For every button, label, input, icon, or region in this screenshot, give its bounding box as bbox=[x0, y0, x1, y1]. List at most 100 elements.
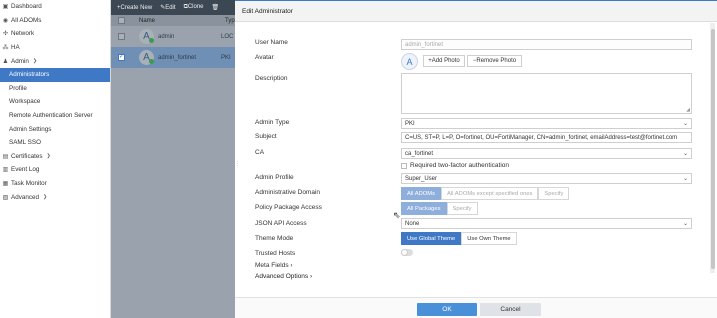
subject-input[interactable]: C=US, ST=P, L=P, O=fortinet, OU=FortiMan… bbox=[401, 132, 692, 143]
clone-button[interactable]: ⧉Clone bbox=[184, 4, 204, 11]
ha-icon: ⁂ bbox=[2, 45, 9, 52]
two-factor-checkbox[interactable] bbox=[401, 163, 407, 169]
row-checkbox[interactable]: ✓ bbox=[118, 54, 125, 61]
meta-fields-toggle[interactable]: Meta Fields › bbox=[255, 262, 293, 269]
admin-type-label: Admin Type bbox=[255, 119, 290, 126]
select-all-checkbox[interactable] bbox=[118, 17, 125, 24]
resize-handle[interactable]: ⋮ bbox=[235, 161, 240, 167]
table-header: Name Typ bbox=[111, 15, 235, 26]
chevron-down-icon: ⌄ bbox=[682, 121, 688, 127]
ca-select[interactable]: ca_fortinet ⌄ bbox=[401, 148, 692, 159]
column-header-type[interactable]: Typ bbox=[225, 18, 235, 24]
admin-domain-label: Administrative Domain bbox=[255, 189, 321, 196]
user-name-field: admin_fortinet bbox=[401, 39, 692, 50]
sidebar-item-label: HA bbox=[11, 44, 20, 52]
specify-adoms-option[interactable]: Specify bbox=[538, 187, 570, 200]
description-label: Description bbox=[255, 75, 288, 82]
trusted-hosts-toggle[interactable] bbox=[401, 249, 413, 256]
specify-packages-option[interactable]: Specify bbox=[446, 202, 478, 215]
chevron-down-icon: ⌄ bbox=[682, 176, 688, 182]
sidebar-item-label: All ADOMs bbox=[11, 16, 42, 24]
json-api-label: JSON API Access bbox=[255, 220, 307, 227]
row-name: admin bbox=[158, 33, 175, 40]
status-dot bbox=[149, 59, 154, 64]
user-icon: ♟ bbox=[2, 58, 9, 65]
sidebar-item-label: Admin Settings bbox=[9, 125, 52, 133]
network-icon: ✣ bbox=[2, 31, 9, 38]
mouse-cursor-icon: ⇖ bbox=[393, 210, 401, 220]
dashboard-icon: ▣ bbox=[2, 4, 9, 11]
remove-photo-button[interactable]: − Remove Photo bbox=[467, 55, 522, 67]
list-toolbar: +Create New ✎Edit ⧉Clone 🗑 bbox=[111, 0, 235, 15]
delete-icon[interactable]: 🗑 bbox=[212, 4, 220, 11]
sidebar-item-saml-sso[interactable]: SAML SSO bbox=[0, 136, 110, 150]
scrollbar-thumb[interactable] bbox=[710, 29, 715, 269]
all-packages-option[interactable]: All Packages bbox=[401, 202, 447, 215]
avatar-label: Avatar bbox=[255, 54, 274, 61]
chevron-down-icon: ❯ bbox=[32, 58, 38, 65]
table-row[interactable]: ✓ A admin_fortinet PKI bbox=[111, 47, 235, 68]
all-adoms-except-option[interactable]: All ADOMs except specified ones bbox=[441, 187, 539, 200]
policy-package-selector: All Packages Specify bbox=[401, 202, 478, 215]
scrollbar[interactable] bbox=[710, 23, 715, 273]
row-type: PKI bbox=[221, 54, 231, 61]
status-dot bbox=[149, 38, 154, 43]
add-photo-button[interactable]: + Add Photo bbox=[423, 55, 465, 67]
sidebar-item-ha[interactable]: ⁂ HA bbox=[0, 41, 110, 55]
sidebar-item-label: Workspace bbox=[9, 98, 41, 106]
row-name: admin_fortinet bbox=[158, 54, 197, 61]
all-adoms-option[interactable]: All ADOMs bbox=[401, 187, 442, 200]
user-name-label: User Name bbox=[255, 39, 288, 46]
json-api-select[interactable]: None ⌄ bbox=[401, 218, 692, 229]
description-textarea[interactable]: ◢ bbox=[401, 73, 692, 114]
sidebar-item-admin-settings[interactable]: Admin Settings bbox=[0, 122, 110, 136]
sidebar-item-event-log[interactable]: ▥ Event Log bbox=[0, 163, 110, 177]
sidebar-item-label: Administrators bbox=[9, 71, 50, 79]
sidebar-item-dashboard[interactable]: ▣ Dashboard bbox=[0, 0, 110, 14]
ok-button[interactable]: OK bbox=[417, 303, 477, 316]
table-row[interactable]: A admin LOC bbox=[111, 26, 235, 47]
row-checkbox[interactable] bbox=[118, 33, 125, 40]
admin-list-background: +Create New ✎Edit ⧉Clone 🗑 Name Typ A ad… bbox=[111, 0, 235, 318]
chevron-right-icon: ❯ bbox=[43, 194, 48, 201]
sidebar-item-label: Event Log bbox=[11, 166, 40, 174]
dialog-title: Edit Administrator bbox=[235, 1, 717, 22]
column-header-name[interactable]: Name bbox=[139, 18, 225, 24]
sidebar-item-profile[interactable]: Profile bbox=[0, 82, 110, 96]
sidebar-item-certificates[interactable]: ▤ Certificates ❯ bbox=[0, 150, 110, 164]
advanced-options-toggle[interactable]: Advanced Options › bbox=[255, 273, 312, 280]
edit-administrator-dialog: Edit Administrator ⋮ User Name admin_for… bbox=[235, 0, 717, 318]
chevron-right-icon: › bbox=[290, 262, 293, 269]
sidebar-item-label: Admin bbox=[11, 57, 29, 65]
sidebar-item-label: Task Monitor bbox=[11, 180, 47, 188]
sidebar-item-label: Dashboard bbox=[11, 3, 42, 11]
sidebar-item-administrators[interactable]: Administrators bbox=[0, 67, 110, 82]
sidebar-item-advanced[interactable]: ▧ Advanced ❯ bbox=[0, 190, 110, 204]
use-global-theme-option[interactable]: Use Global Theme bbox=[401, 232, 462, 245]
sidebar-item-admin[interactable]: ♟ Admin ❯ bbox=[0, 54, 110, 68]
avatar: A bbox=[139, 29, 154, 44]
sidebar-item-label: Certificates bbox=[11, 152, 43, 160]
sidebar-item-network[interactable]: ✣ Network bbox=[0, 27, 110, 41]
admin-type-select[interactable]: PKI ⌄ bbox=[401, 118, 692, 129]
sidebar-item-label: Network bbox=[11, 30, 35, 38]
sidebar-item-label: Profile bbox=[9, 84, 27, 92]
sidebar-item-task-monitor[interactable]: ▦ Task Monitor bbox=[0, 177, 110, 191]
chevron-right-icon: › bbox=[309, 273, 313, 280]
avatar: A bbox=[139, 50, 154, 65]
sidebar-item-all-adoms[interactable]: ◉ All ADOMs bbox=[0, 14, 110, 28]
chevron-down-icon: ⌄ bbox=[682, 151, 688, 157]
sidebar-item-workspace[interactable]: Workspace bbox=[0, 95, 110, 109]
admin-profile-select[interactable]: Super_User ⌄ bbox=[401, 173, 692, 184]
create-new-button[interactable]: +Create New bbox=[117, 5, 152, 11]
cancel-button[interactable]: Cancel bbox=[480, 303, 541, 316]
sidebar-item-remote-auth-server[interactable]: Remote Authentication Server bbox=[0, 109, 110, 123]
use-own-theme-option[interactable]: Use Own Theme bbox=[461, 232, 517, 245]
globe-icon: ◉ bbox=[2, 17, 9, 24]
certificate-icon: ▤ bbox=[2, 153, 9, 160]
advanced-icon: ▧ bbox=[2, 194, 9, 201]
policy-package-label: Policy Package Access bbox=[255, 204, 322, 211]
edit-button[interactable]: ✎Edit bbox=[160, 4, 175, 11]
sidebar-item-label: Advanced bbox=[11, 193, 40, 201]
sidebar-item-label: SAML SSO bbox=[9, 139, 41, 147]
